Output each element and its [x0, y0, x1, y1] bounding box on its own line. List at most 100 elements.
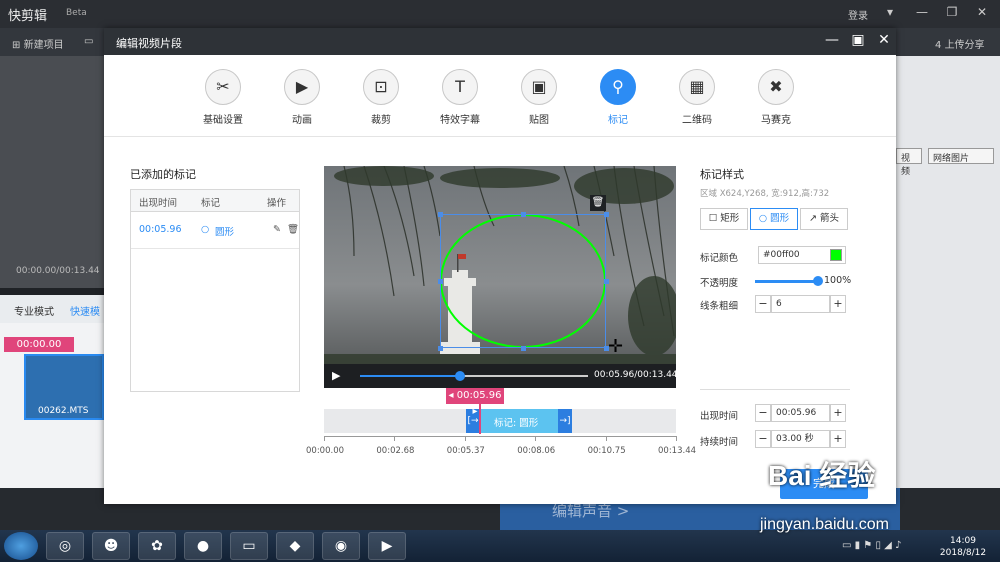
system-tray[interactable]: ▭ ▮ ⚑ ▯ ◢ ♪ — [842, 540, 901, 551]
tab-crop[interactable]: ⊡ 裁剪 — [346, 69, 416, 126]
app-title-bar: 快剪辑 Beta 登录 ▾ — ❐ ✕ — [0, 0, 1000, 28]
ruler-tick — [324, 436, 325, 441]
tab-label: 裁剪 — [371, 115, 391, 126]
tab-qrcode[interactable]: ▦ 二维码 — [662, 69, 732, 126]
tab-label: 标记 — [608, 115, 628, 126]
video-clip[interactable]: 00262.MTS — [24, 354, 104, 420]
resize-handle[interactable] — [521, 212, 526, 217]
appear-time-minus-button[interactable]: − — [755, 404, 771, 422]
current-time-flag[interactable]: ◂ 00:05.96 ▸ — [446, 388, 504, 417]
app-version: Beta — [66, 8, 87, 18]
delete-mark-icon[interactable]: 🗑 — [590, 195, 606, 211]
appear-time-plus-button[interactable]: + — [830, 404, 846, 422]
resize-handle[interactable] — [438, 212, 443, 217]
tab-animation[interactable]: ▶ 动画 — [267, 69, 337, 126]
seek-handle[interactable] — [455, 371, 466, 381]
dialog-minimize-icon[interactable]: — — [822, 32, 842, 50]
tab-label: 特效字幕 — [440, 115, 480, 126]
line-width-input[interactable]: 6 — [771, 295, 830, 313]
resize-handle[interactable] — [438, 346, 443, 351]
ruler-tick — [394, 436, 396, 441]
shape-rect-button[interactable]: ☐ 矩形 — [700, 208, 748, 230]
ruler-tick — [605, 436, 607, 441]
web-image-button[interactable]: 网络图片 — [928, 148, 994, 164]
crop-icon: ⊡ — [363, 69, 399, 105]
color-label: 标记颜色 — [700, 253, 739, 264]
taskbar-app-360-icon[interactable]: ◎ — [46, 532, 84, 560]
segment-label: 标记: 圆形 — [494, 418, 539, 429]
mark-segment[interactable]: [→ 标记: 圆形 →] — [466, 409, 572, 433]
col-mark: 标记 — [201, 198, 221, 209]
line-width-minus-button[interactable]: − — [755, 295, 771, 313]
close-icon[interactable]: ✕ — [972, 5, 992, 21]
color-swatch[interactable] — [830, 249, 842, 261]
ruler-tick-label: 00:10.75 — [587, 446, 626, 456]
resize-handle[interactable] — [438, 279, 443, 284]
tab-scissors[interactable]: ✂ 基础设置 — [188, 69, 258, 126]
opacity-slider[interactable] — [755, 280, 819, 283]
taskbar-app-firefox-icon[interactable]: ● — [184, 532, 222, 560]
taskbar-app-player-icon[interactable]: ✿ — [138, 532, 176, 560]
menu-icon[interactable]: ▾ — [880, 5, 900, 21]
play-icon[interactable]: ▶ — [332, 369, 340, 382]
tab-label: 动画 — [292, 115, 312, 126]
line-width-plus-button[interactable]: + — [830, 295, 846, 313]
step-badge: 4 — [935, 40, 942, 51]
tab-mosaic[interactable]: ✖ 马赛克 — [741, 69, 811, 126]
start-button[interactable] — [4, 532, 38, 560]
maximize-icon[interactable]: ❐ — [942, 5, 962, 21]
taskbar-app-qq-icon[interactable]: ☻ — [92, 532, 130, 560]
pro-mode-tab[interactable]: 专业模式 — [14, 303, 54, 318]
shape-arrow-button[interactable]: ↗ 箭头 — [800, 208, 848, 230]
dialog-title-bar: 编辑视频片段 — ▣ ✕ — [104, 28, 896, 55]
new-project-label: 新建项目 — [23, 40, 64, 51]
appear-time-label: 出现时间 — [700, 411, 739, 422]
taskbar-app-kuaijianji-icon[interactable]: ▶ — [368, 532, 406, 560]
shape-circle-button[interactable]: ○ 圆形 — [750, 208, 798, 230]
mosaic-icon: ✖ — [758, 69, 794, 105]
login-link[interactable]: 登录 — [848, 7, 868, 22]
resize-handle[interactable] — [604, 212, 609, 217]
tab-label: 基础设置 — [203, 115, 243, 126]
baidu-watermark: Bai 经验 jingyan.baidu.com — [760, 440, 1000, 540]
appear-time-input[interactable]: 00:05.96 — [771, 404, 830, 422]
ruler-tick-label: 00:13.44 — [658, 446, 697, 456]
folder-icon[interactable]: ▭ — [84, 36, 93, 47]
ruler-tick-label: 00:00.00 — [306, 446, 345, 456]
resize-handle[interactable] — [604, 279, 609, 284]
rect-icon: ☐ — [708, 213, 718, 224]
dialog-maximize-icon[interactable]: ▣ — [848, 32, 868, 50]
tab-image[interactable]: ▣ 贴图 — [504, 69, 574, 126]
video-frame[interactable]: 🗑 ✛ — [324, 166, 676, 364]
taskbar-app-media-icon[interactable]: ◆ — [276, 532, 314, 560]
upload-share-button[interactable]: 4 上传分享 — [935, 36, 985, 51]
quick-mode-tab[interactable]: 快速模 — [70, 303, 100, 318]
added-marks-title: 已添加的标记 — [130, 168, 196, 181]
mode-bar: 专业模式 快速模 — [0, 295, 104, 323]
mark-bounding-box[interactable] — [440, 214, 606, 348]
animation-icon: ▶ — [284, 69, 320, 105]
tab-pin[interactable]: ⚲ 标记 — [583, 69, 653, 126]
table-row[interactable]: 00:05.96 ○ 圆形 ✎ 🗑 — [131, 213, 299, 249]
watermark-site: jingyan.baidu.com — [760, 516, 889, 533]
playhead-flag[interactable]: 00:00.00 — [4, 337, 74, 352]
right-panel: 视频 网络图片 — [896, 56, 1000, 496]
timeline-cursor — [479, 404, 481, 434]
taskbar-app-folder-icon[interactable]: ▭ — [230, 532, 268, 560]
tab-bar: ✂ 基础设置 ▶ 动画 ⊡ 裁剪 T 特效字幕 ▣ 贴图 ⚲ 标记 ▦ 二维码 ✖ 马赛克 — [104, 55, 896, 137]
video-button[interactable]: 视频 — [896, 148, 922, 177]
divider — [700, 389, 850, 390]
opacity-value: 100% — [824, 275, 852, 286]
resize-handle[interactable] — [521, 346, 526, 351]
minimize-icon[interactable]: — — [912, 5, 932, 21]
tab-text[interactable]: T 特效字幕 — [425, 69, 495, 126]
edit-icon[interactable]: ✎ — [273, 224, 281, 235]
dialog-close-icon[interactable]: ✕ — [874, 32, 894, 50]
opacity-handle[interactable] — [813, 276, 823, 286]
edit-clip-dialog: 编辑视频片段 — ▣ ✕ ✂ 基础设置 ▶ 动画 ⊡ 裁剪 T 特效字幕 ▣ 贴图 ⚲ 标记 ▦ 二维码 ✖… — [104, 28, 896, 504]
pin-icon: ⚲ — [600, 69, 636, 105]
taskbar-app-record-icon[interactable]: ◉ — [322, 532, 360, 560]
new-project-button[interactable]: ⊞ 新建项目 — [12, 36, 64, 51]
trash-icon[interactable]: 🗑 — [287, 224, 299, 235]
segment-end-handle-icon[interactable]: →] — [558, 409, 572, 433]
